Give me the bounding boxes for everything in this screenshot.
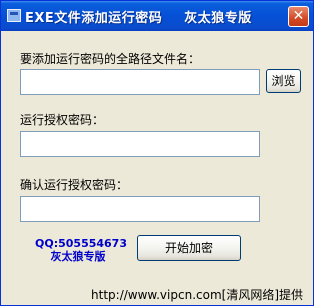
password-label: 运行授权密码： (20, 113, 105, 127)
window-title-edition: 灰太狼专版 (184, 11, 252, 26)
close-button[interactable]: ✕ (288, 6, 309, 27)
qq-number: QQ:505554673 (35, 237, 127, 250)
confirm-password-box (20, 196, 260, 222)
close-icon: ✕ (292, 8, 305, 24)
app-icon (7, 9, 21, 22)
watermark-text: http://www.vipcn.com[清风网络]提供 (91, 288, 303, 302)
title-bar[interactable]: EXE文件添加运行密码 灰太狼专版 ✕ (1, 1, 313, 31)
start-encrypt-button[interactable]: 开始加密 (137, 235, 241, 261)
window-title-main: EXE文件添加运行密码 (25, 11, 163, 26)
path-field-box (20, 69, 260, 95)
path-input[interactable] (21, 70, 259, 94)
qq-contact: QQ:505554673 灰太狼专版 (35, 237, 127, 263)
window-title: EXE文件添加运行密码 灰太狼专版 (25, 7, 252, 26)
password-field-box (20, 131, 260, 157)
confirm-password-input[interactable] (21, 197, 259, 221)
password-input[interactable] (21, 132, 259, 156)
browse-button[interactable]: 浏览 (266, 69, 301, 93)
app-window: EXE文件添加运行密码 灰太狼专版 ✕ 要添加运行密码的全路径文件名： 浏览 运行… (0, 0, 314, 306)
status-bar: http://www.vipcn.com[清风网络]提供 (1, 285, 313, 305)
edition-label: 灰太狼专版 (50, 250, 106, 263)
confirm-password-label: 确认运行授权密码： (20, 178, 129, 192)
path-label: 要添加运行密码的全路径文件名： (20, 52, 201, 66)
